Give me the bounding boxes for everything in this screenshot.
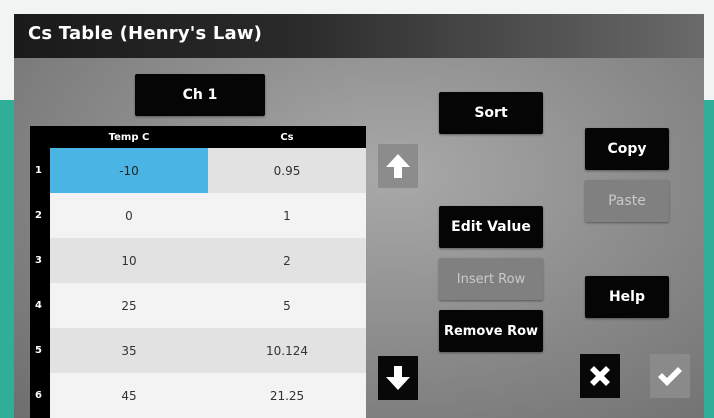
table-row[interactable]: 1 -10 0.95	[30, 148, 366, 193]
column-header-cs[interactable]: Cs	[208, 126, 366, 148]
remove-row-button[interactable]: Remove Row	[439, 310, 543, 352]
cs-cell[interactable]: 5	[208, 283, 366, 328]
copy-button[interactable]: Copy	[585, 128, 669, 170]
cs-table: Temp C Cs 1 -10 0.95 2 0 1 3 10 2 4 25 5…	[30, 126, 366, 418]
close-icon	[590, 366, 610, 386]
device-screen: Cs Table (Henry's Law) Ch 1 Temp C Cs 1 …	[14, 14, 704, 418]
row-number: 1	[30, 148, 50, 193]
table-row[interactable]: 4 25 5	[30, 283, 366, 328]
cancel-button[interactable]	[580, 354, 620, 398]
title-bar: Cs Table (Henry's Law)	[14, 14, 704, 58]
confirm-button[interactable]	[650, 354, 690, 398]
table-row[interactable]: 5 35 10.124	[30, 328, 366, 373]
temp-cell[interactable]: 35	[50, 328, 208, 373]
paste-button[interactable]: Paste	[585, 180, 669, 222]
row-number: 4	[30, 283, 50, 328]
temp-cell[interactable]: -10	[50, 148, 208, 193]
row-number: 5	[30, 328, 50, 373]
scroll-up-button[interactable]	[378, 144, 418, 188]
checkmark-icon	[658, 367, 682, 386]
arrow-down-icon	[386, 366, 410, 390]
cs-cell[interactable]: 1	[208, 193, 366, 238]
window-title: Cs Table (Henry's Law)	[28, 23, 263, 44]
insert-row-button[interactable]: Insert Row	[439, 258, 543, 300]
cs-cell[interactable]: 21.25	[208, 373, 366, 418]
sort-button[interactable]: Sort	[439, 92, 543, 134]
edit-value-button[interactable]: Edit Value	[439, 206, 543, 248]
table-row[interactable]: 6 45 21.25	[30, 373, 366, 418]
table-row[interactable]: 3 10 2	[30, 238, 366, 283]
temp-cell[interactable]: 25	[50, 283, 208, 328]
temp-cell[interactable]: 45	[50, 373, 208, 418]
table-row[interactable]: 2 0 1	[30, 193, 366, 238]
cs-cell[interactable]: 2	[208, 238, 366, 283]
cs-cell[interactable]: 0.95	[208, 148, 366, 193]
column-header-temp[interactable]: Temp C	[50, 126, 208, 148]
scroll-down-button[interactable]	[378, 356, 418, 400]
temp-cell[interactable]: 10	[50, 238, 208, 283]
row-number-header	[30, 126, 50, 148]
row-number: 3	[30, 238, 50, 283]
cs-cell[interactable]: 10.124	[208, 328, 366, 373]
row-number: 2	[30, 193, 50, 238]
channel-button[interactable]: Ch 1	[135, 74, 265, 116]
temp-cell[interactable]: 0	[50, 193, 208, 238]
row-number: 6	[30, 373, 50, 418]
help-button[interactable]: Help	[585, 276, 669, 318]
arrow-up-icon	[386, 154, 410, 178]
table-header-row: Temp C Cs	[30, 126, 366, 148]
